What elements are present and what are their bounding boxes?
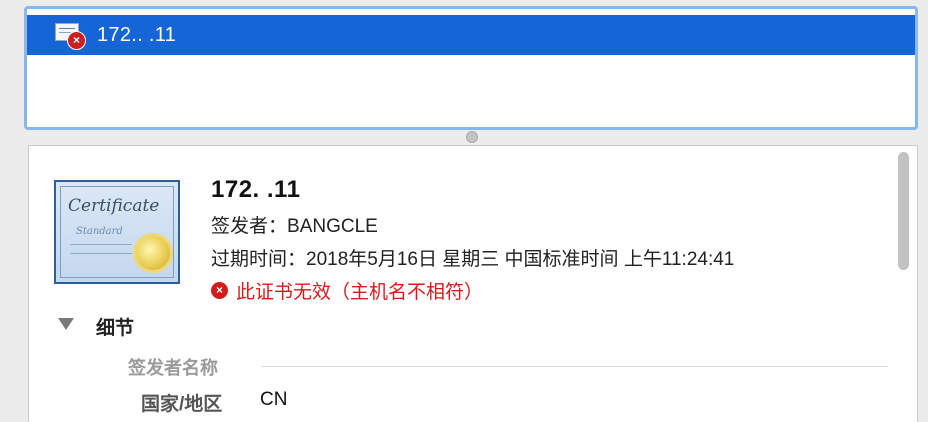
seal-icon — [136, 236, 170, 270]
certificate-list[interactable]: × 172.. .11 — [24, 6, 918, 130]
expiry-label: 过期时间： — [211, 249, 307, 270]
details-scrollbar[interactable] — [898, 152, 909, 270]
country-field-label: 国家/地区 — [141, 394, 223, 415]
error-text: 此证书无效（主机名不相符） — [236, 282, 484, 303]
certificate-image-text: Certificate — [68, 196, 160, 216]
expiry-value: 2018年5月16日 星期三 中国标准时间 上午11:24:41 — [306, 249, 735, 270]
certificate-row-selected[interactable]: × 172.. .11 — [27, 15, 915, 55]
group-divider — [262, 366, 888, 367]
disclosure-triangle-down-icon[interactable] — [58, 318, 74, 330]
certificate-viewer: × 172.. .11 Certificate Standard 172. .1… — [0, 0, 928, 422]
issuer-label: 签发者： — [211, 216, 288, 237]
issuer-name-group-label: 签发者名称 — [128, 358, 218, 378]
certificate-image-subtext: Standard — [76, 226, 123, 237]
split-view-handle[interactable] — [466, 131, 478, 143]
country-field-value: CN — [260, 389, 288, 410]
details-section-title: 细节 — [96, 318, 135, 339]
expiry-line: 过期时间：2018年5月16日 星期三 中国标准时间 上午11:24:41 — [211, 244, 734, 271]
issuer-value: BANGCLE — [287, 216, 378, 237]
certificate-row-label: 172.. .11 — [97, 23, 177, 46]
certificate-error-icon: × — [55, 22, 86, 50]
certificate-standard-icon: Certificate Standard — [54, 180, 180, 284]
certificate-title: 172. .11 — [211, 176, 301, 203]
error-x-icon: × — [211, 282, 228, 299]
issuer-line: 签发者：BANGCLE — [211, 211, 378, 238]
certificate-error-message: × 此证书无效（主机名不相符） — [211, 277, 483, 304]
